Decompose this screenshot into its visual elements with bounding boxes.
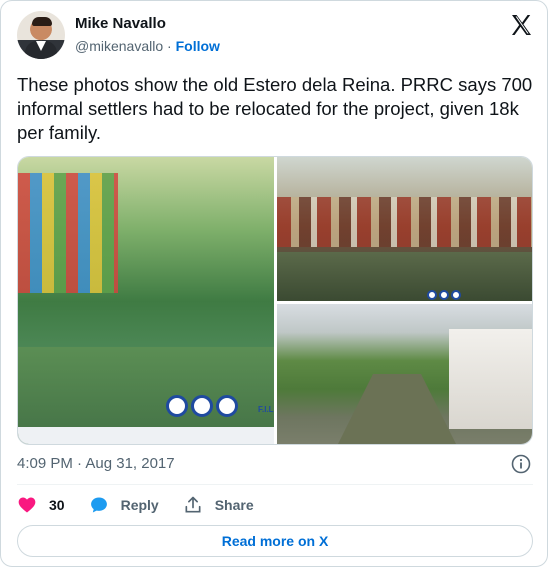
tweet-card: Mike Navallo @mikenavallo · Follow These… <box>0 0 548 567</box>
like-button[interactable]: 30 <box>17 495 65 515</box>
read-more-button[interactable]: Read more on X <box>17 525 533 557</box>
river-water <box>277 252 532 301</box>
media-grid[interactable]: F.I.L <box>17 156 533 445</box>
stilt-houses <box>277 197 532 247</box>
agency-logos <box>166 395 241 422</box>
tweet-text: These photos show the old Estero dela Re… <box>17 74 533 143</box>
seal-icon <box>166 395 188 417</box>
tweet-header: Mike Navallo @mikenavallo · Follow <box>17 11 533 59</box>
author-handle-row: @mikenavallo · Follow <box>75 38 220 54</box>
author-name[interactable]: Mike Navallo <box>75 15 166 32</box>
reply-label: Reply <box>120 497 159 513</box>
x-logo-icon[interactable] <box>509 13 533 37</box>
info-icon[interactable] <box>511 454 531 474</box>
colorful-shanties <box>18 173 118 293</box>
photo-banner-strip <box>18 427 274 444</box>
photo-left[interactable]: F.I.L <box>18 157 274 444</box>
seal-icon <box>451 290 461 300</box>
tweet-timestamp[interactable]: 4:09 PM · Aug 31, 2017 <box>17 455 175 472</box>
photo-caption: F.I.L <box>258 405 274 414</box>
action-bar: 30 Reply Share <box>17 493 278 517</box>
seal-icon <box>427 290 437 300</box>
reply-bubble-icon <box>90 497 107 513</box>
share-label: Share <box>214 497 254 513</box>
divider <box>17 484 533 485</box>
read-more-label: Read more on X <box>221 533 329 549</box>
author-avatar[interactable] <box>17 11 65 59</box>
follow-button[interactable]: Follow <box>176 38 220 54</box>
photo-bottom-right[interactable] <box>277 304 532 444</box>
concrete-wall <box>449 329 532 429</box>
reply-button[interactable]: Reply <box>89 495 159 515</box>
like-count: 30 <box>49 497 65 513</box>
seal-icon <box>216 395 238 417</box>
author-handle[interactable]: @mikenavallo <box>75 38 163 54</box>
share-arrow-icon <box>185 496 201 513</box>
agency-logos <box>427 287 463 300</box>
handle-separator: · <box>163 38 176 54</box>
photo-top-right[interactable] <box>277 157 532 301</box>
share-button[interactable]: Share <box>183 495 254 515</box>
creek-water <box>337 374 457 444</box>
seal-icon <box>191 395 213 417</box>
seal-icon <box>439 290 449 300</box>
heart-icon <box>18 497 36 513</box>
